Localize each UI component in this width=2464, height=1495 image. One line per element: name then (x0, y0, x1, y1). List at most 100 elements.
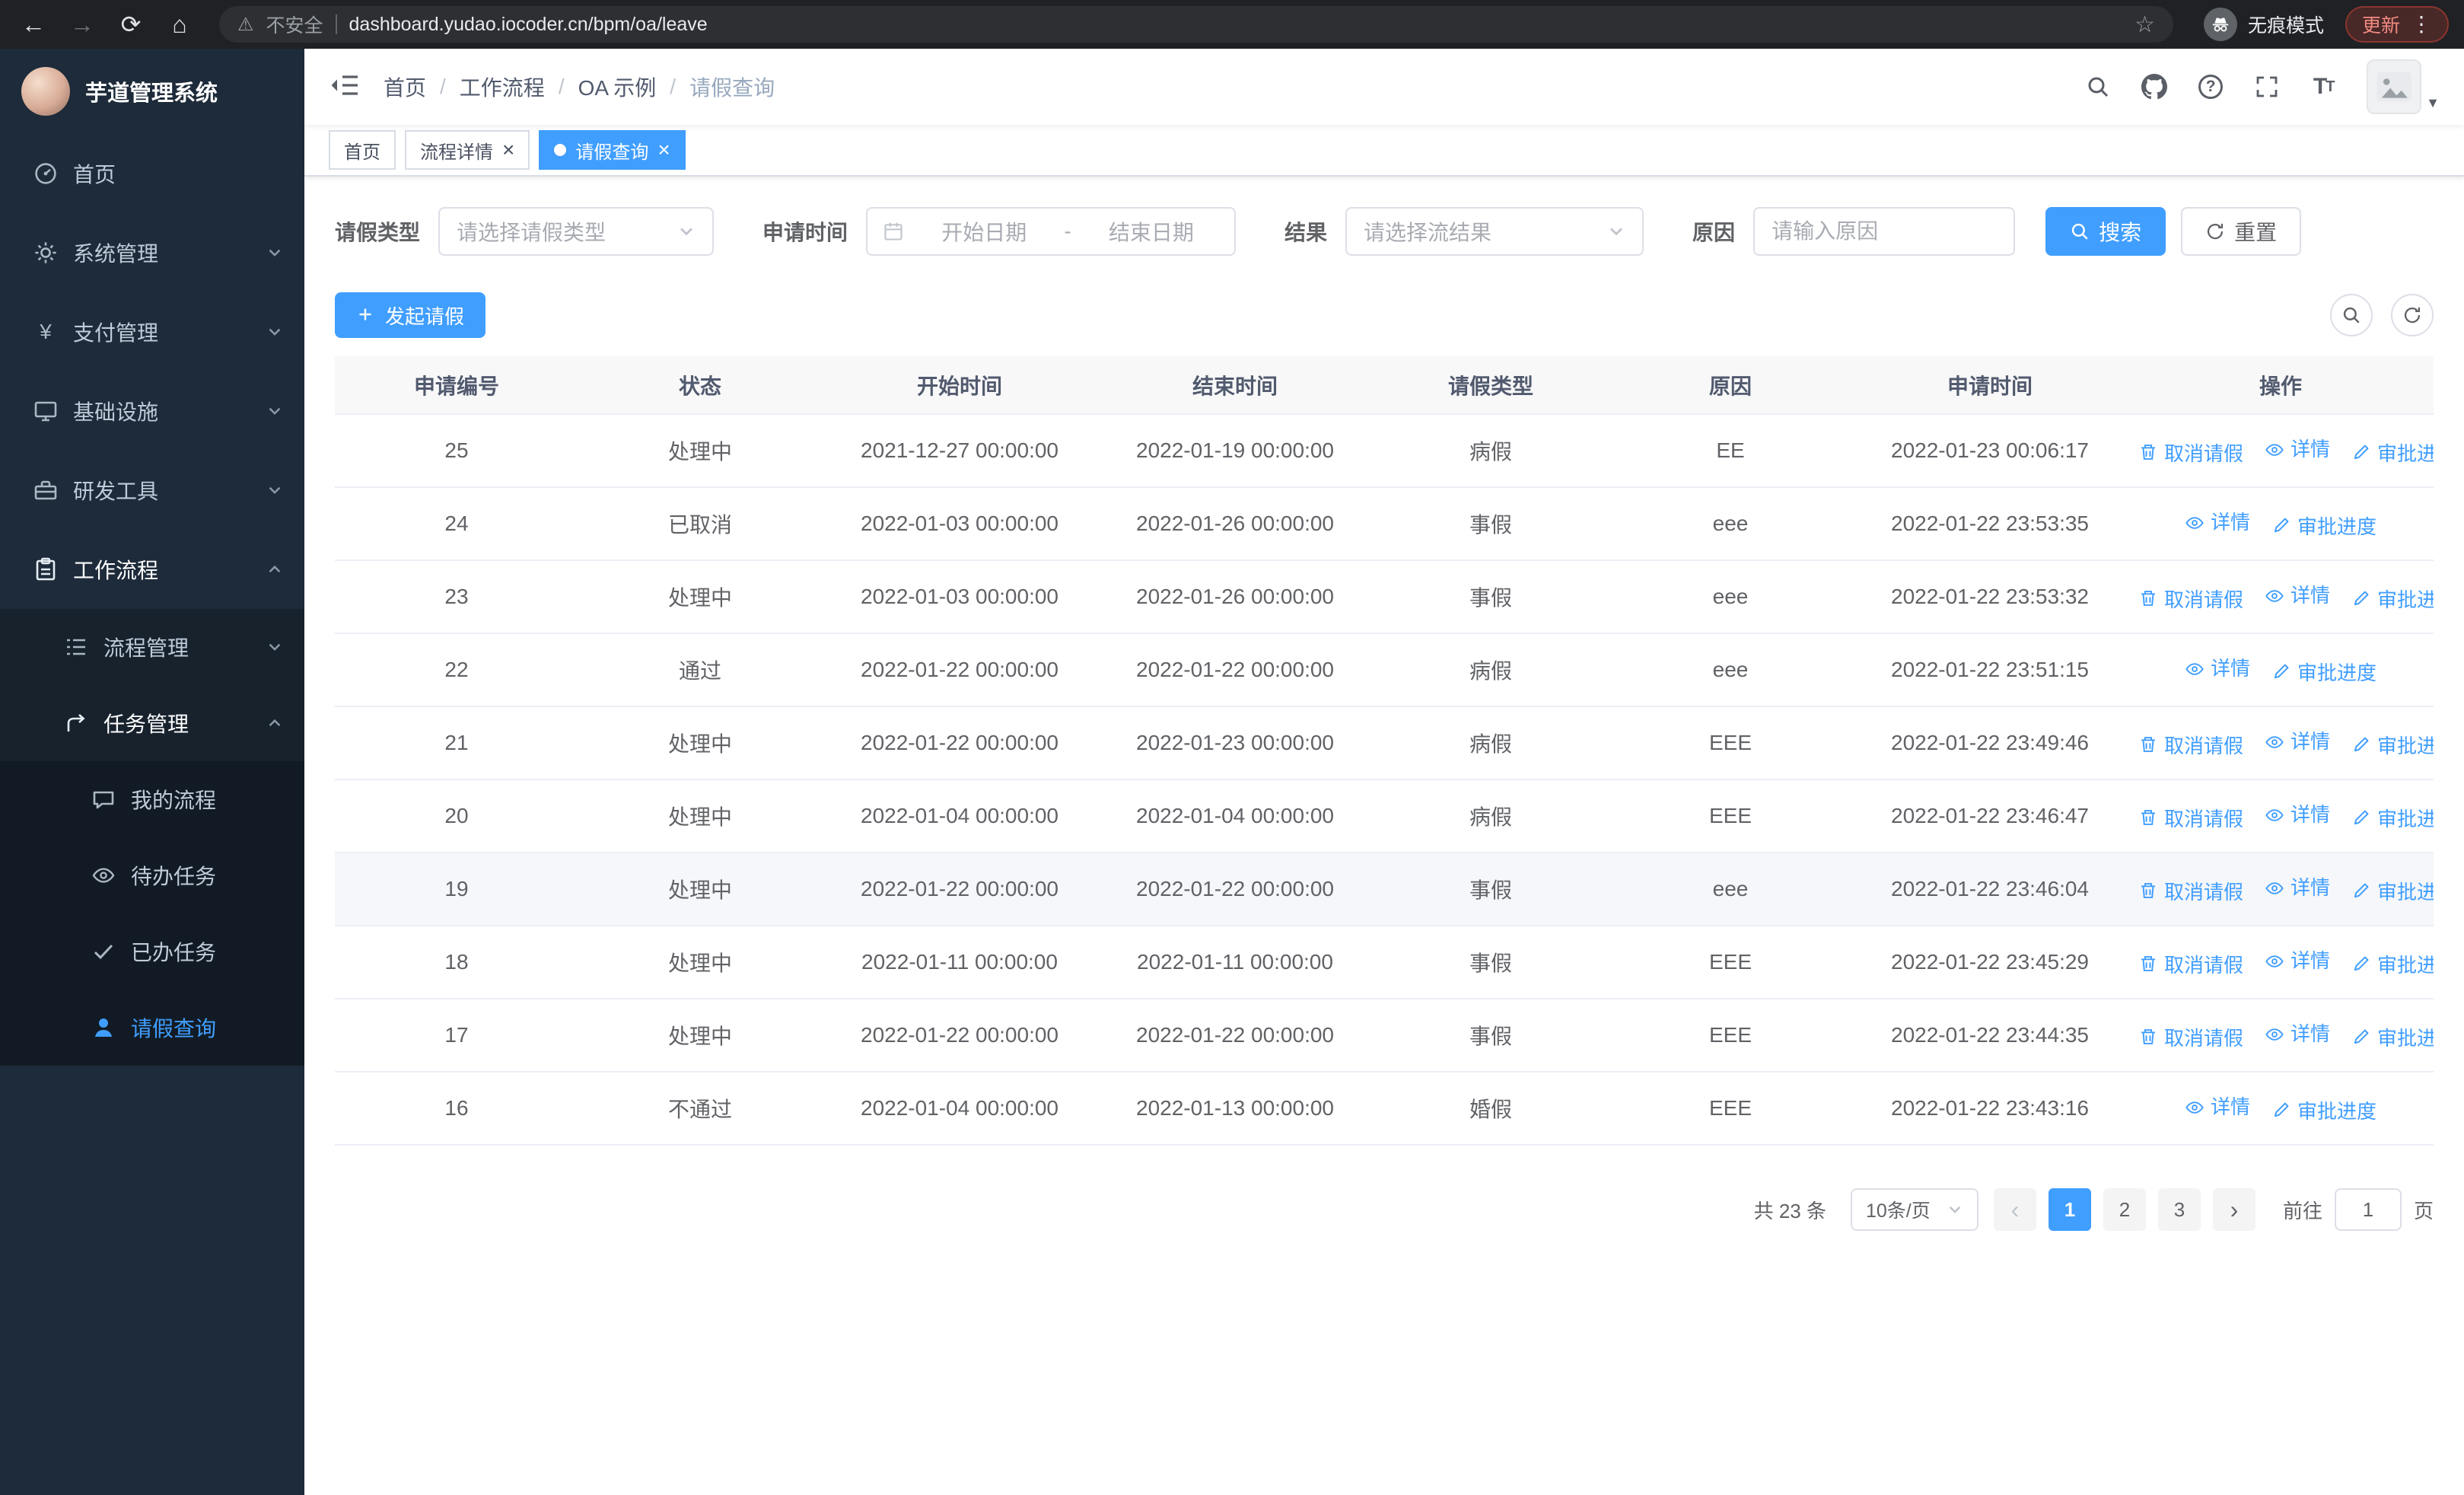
url-text: dashboard.yudao.iocoder.cn/bpm/oa/leave (349, 13, 708, 35)
page-size-select[interactable]: 10条/页 (1850, 1188, 1979, 1231)
trash-icon (2138, 1027, 2158, 1047)
result-select[interactable]: 请选择流结果 (1345, 207, 1644, 256)
close-icon[interactable]: × (502, 139, 514, 161)
detail-link[interactable]: 详情 (2265, 726, 2330, 754)
table-cell: 2022-01-19 00:00:00 (1097, 414, 1373, 488)
table-cell: 2022-01-22 23:53:32 (1852, 560, 2128, 634)
detail-link[interactable]: 详情 (2265, 945, 2330, 974)
approval-progress-link[interactable]: 审批进度 (2351, 1023, 2434, 1051)
cancel-leave-link[interactable]: 取消请假 (2138, 877, 2243, 905)
back-icon[interactable]: ← (15, 6, 52, 43)
sidebar-item-home[interactable]: 首页 (0, 134, 304, 213)
sidebar-item-task-mgmt[interactable]: 任务管理 (0, 685, 304, 761)
page-button-3[interactable]: 3 (2157, 1188, 2201, 1231)
sidebar-collapse-icon[interactable] (329, 73, 359, 100)
detail-link[interactable]: 详情 (2185, 507, 2250, 535)
detail-link[interactable]: 详情 (2265, 580, 2330, 608)
approval-progress-link[interactable]: 审批进度 (2351, 877, 2434, 905)
op-label: 取消请假 (2164, 807, 2244, 830)
home-icon[interactable]: ⌂ (161, 6, 198, 43)
detail-link[interactable]: 详情 (2265, 434, 2330, 462)
approval-progress-link[interactable]: 审批进度 (2271, 658, 2376, 686)
cancel-leave-link[interactable]: 取消请假 (2138, 804, 2243, 832)
approval-progress-link[interactable]: 审批进度 (2351, 804, 2434, 832)
font-size-icon[interactable]: TT (2310, 74, 2336, 100)
logo[interactable]: 芋道管理系统 (0, 49, 304, 134)
cancel-leave-link[interactable]: 取消请假 (2138, 438, 2243, 467)
trash-icon (2138, 954, 2158, 974)
tab-home[interactable]: 首页 (329, 130, 396, 170)
op-label: 详情 (2210, 656, 2250, 680)
sidebar-item-system[interactable]: 系统管理 (0, 213, 304, 292)
op-label: 取消请假 (2164, 880, 2244, 904)
reset-button[interactable]: 重置 (2181, 207, 2302, 256)
operations-cell: 取消请假 详情 审批进度 (2128, 999, 2434, 1073)
detail-link[interactable]: 详情 (2185, 653, 2250, 681)
page-button-2[interactable]: 2 (2103, 1188, 2146, 1231)
refresh-table-button[interactable] (2391, 294, 2434, 336)
table-cell: 通过 (578, 633, 822, 707)
approval-progress-link[interactable]: 审批进度 (2271, 512, 2376, 540)
bookmark-star-icon[interactable]: ☆ (2135, 11, 2155, 38)
pagination: 共 23 条 10条/页 ‹ 123 › 前往 页 (335, 1188, 2434, 1231)
sidebar-item-done-task[interactable]: 已办任务 (0, 913, 304, 990)
op-label: 详情 (2210, 510, 2250, 534)
user-menu[interactable]: ▼ (2367, 59, 2440, 114)
sidebar-item-leave-query[interactable]: 请假查询 (0, 990, 304, 1066)
forward-icon[interactable]: → (64, 6, 100, 43)
search-icon[interactable] (2085, 74, 2111, 100)
leave-type-select[interactable]: 请选择请假类型 (438, 207, 715, 256)
sidebar-item-infrastructure[interactable]: 基础设施 (0, 371, 304, 451)
breadcrumb-item[interactable]: OA 示例 (578, 72, 657, 102)
close-icon[interactable]: × (657, 139, 670, 161)
create-leave-button[interactable]: 发起请假 (335, 292, 486, 338)
gear-icon (33, 241, 58, 265)
cancel-leave-link[interactable]: 取消请假 (2138, 950, 2243, 978)
column-header: 状态 (578, 356, 822, 415)
detail-link[interactable]: 详情 (2185, 1092, 2250, 1120)
detail-link[interactable]: 详情 (2265, 1018, 2330, 1047)
goto-page: 前往 页 (2283, 1188, 2434, 1231)
reason-input[interactable] (1753, 207, 2016, 256)
approval-progress-link[interactable]: 审批进度 (2351, 950, 2434, 978)
goto-page-input[interactable] (2334, 1188, 2402, 1231)
show-search-button[interactable] (2330, 294, 2373, 336)
sidebar-item-todo-task[interactable]: 待办任务 (0, 837, 304, 913)
help-icon[interactable]: ? (2198, 74, 2224, 100)
sidebar-item-workflow[interactable]: 工作流程 (0, 530, 304, 609)
breadcrumb-item[interactable]: 工作流程 (460, 72, 545, 102)
sidebar-menu: 首页 系统管理 ¥ 支付管理 基础设施 研发工具 工作流程 流程管理 任务管理 我的流程 待办任务已… (0, 134, 304, 1495)
op-label: 详情 (2291, 583, 2331, 607)
update-button[interactable]: 更新 ⋮ (2345, 6, 2449, 43)
browser-menu-dots-icon[interactable]: ⋮ (2411, 14, 2432, 35)
cancel-leave-link[interactable]: 取消请假 (2138, 731, 2243, 759)
tab-process-detail[interactable]: 流程详情 × (405, 130, 530, 170)
search-button[interactable]: 搜索 (2045, 207, 2166, 256)
approval-progress-link[interactable]: 审批进度 (2351, 585, 2434, 613)
table-cell: 2022-01-22 23:44:35 (1852, 999, 2128, 1073)
sidebar-item-process-mgmt[interactable]: 流程管理 (0, 609, 304, 685)
sidebar-item-devtools[interactable]: 研发工具 (0, 451, 304, 530)
sidebar-item-payment[interactable]: ¥ 支付管理 (0, 292, 304, 371)
page-button-1[interactable]: 1 (2048, 1188, 2091, 1231)
detail-link[interactable]: 详情 (2265, 872, 2330, 901)
start-date-placeholder: 开始日期 (941, 221, 1027, 244)
goto-label: 前往 (2282, 1199, 2322, 1222)
tab-leave-query[interactable]: 请假查询 × (539, 130, 686, 170)
detail-link[interactable]: 详情 (2265, 799, 2330, 827)
approval-progress-link[interactable]: 审批进度 (2271, 1096, 2376, 1124)
fullscreen-icon[interactable] (2254, 74, 2280, 100)
github-icon[interactable] (2141, 74, 2168, 100)
address-bar[interactable]: ⚠ 不安全 dashboard.yudao.iocoder.cn/bpm/oa/… (219, 6, 2173, 43)
sidebar-item-my-process[interactable]: 我的流程 (0, 761, 304, 837)
prev-page-button[interactable]: ‹ (1993, 1188, 2036, 1231)
approval-progress-link[interactable]: 审批进度 (2351, 438, 2434, 467)
cancel-leave-link[interactable]: 取消请假 (2138, 1023, 2243, 1051)
reload-icon[interactable]: ⟳ (113, 6, 149, 43)
date-range-picker[interactable]: 开始日期 - 结束日期 (866, 207, 1237, 256)
breadcrumb-item[interactable]: 首页 (384, 72, 426, 102)
table-cell: 2022-01-22 23:46:04 (1852, 853, 2128, 926)
next-page-button[interactable]: › (2212, 1188, 2255, 1231)
cancel-leave-link[interactable]: 取消请假 (2138, 585, 2243, 613)
approval-progress-link[interactable]: 审批进度 (2351, 731, 2434, 759)
